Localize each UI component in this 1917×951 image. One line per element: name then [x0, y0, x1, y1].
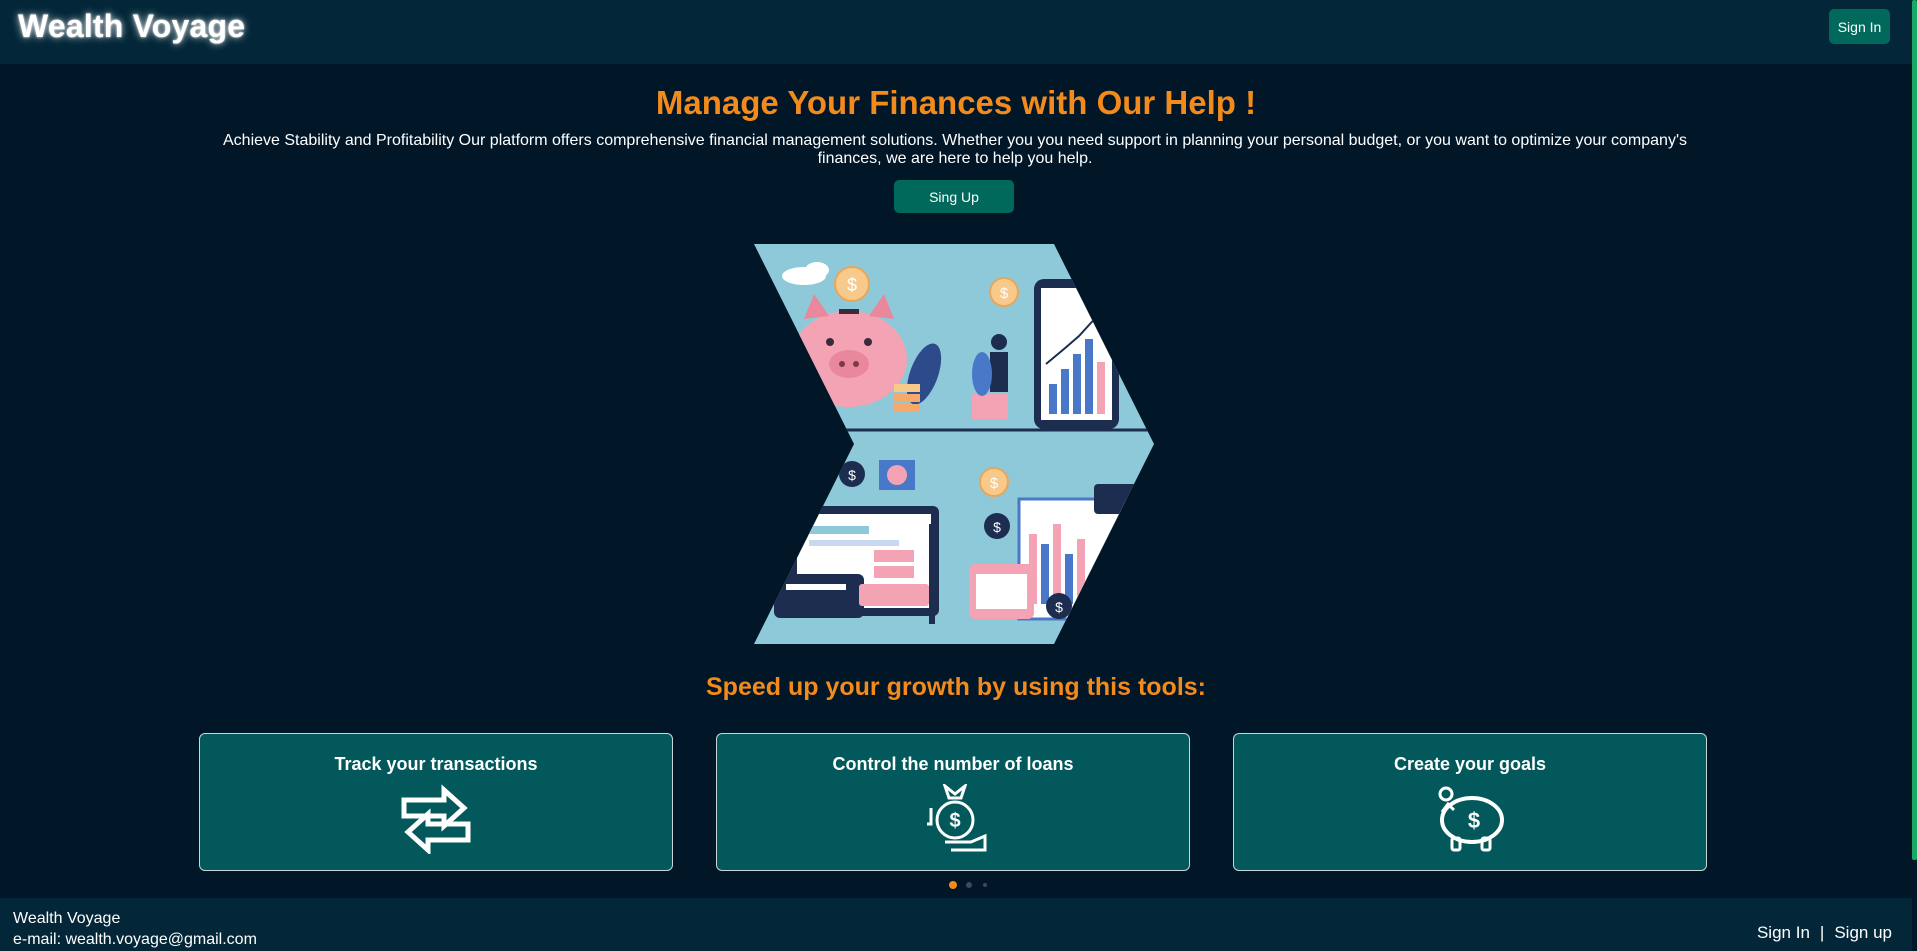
footer-sign-in-link[interactable]: Sign In [1757, 923, 1810, 942]
svg-text:$: $ [1000, 285, 1009, 302]
svg-text:$: $ [1055, 599, 1063, 615]
svg-text:$: $ [1468, 808, 1480, 833]
tool-card-loans[interactable]: Control the number of loans $ [716, 733, 1190, 871]
svg-text:$: $ [993, 519, 1001, 535]
header-sign-in-button[interactable]: Sign In [1829, 9, 1890, 44]
footer-brand: Wealth Voyage [13, 910, 121, 927]
tool-card-title: Control the number of loans [832, 754, 1074, 774]
carousel-indicators [949, 881, 989, 889]
footer: Wealth Voyage e-mail: wealth.voyage@gmai… [0, 898, 1912, 951]
tools-section-title: Speed up your growth by using this tools… [706, 673, 1206, 701]
footer-sign-up-link[interactable]: Sign up [1834, 923, 1892, 942]
svg-text:$: $ [848, 467, 856, 483]
hero-signup-button[interactable]: Sing Up [894, 180, 1014, 213]
svg-text:$: $ [949, 810, 960, 832]
footer-email: e-mail: wealth.voyage@gmail.com [13, 931, 257, 948]
svg-text:$: $ [990, 475, 999, 492]
svg-text:$: $ [847, 275, 857, 295]
hero-title: Manage Your Finances with Our Help ! [655, 84, 1257, 121]
top-navbar: Wealth Voyage Sign In [0, 0, 1912, 64]
hero-finance-illustration: $ $ $ $ $ $ [754, 244, 1154, 644]
hero-description: Achieve Stability and Profitability Our … [223, 132, 1687, 167]
footer-links: Sign In | Sign up [1757, 923, 1892, 943]
brand-logo[interactable]: Wealth Voyage [18, 8, 245, 45]
carousel-dot[interactable] [983, 883, 987, 887]
footer-separator: | [1819, 923, 1825, 942]
carousel-dot-active[interactable] [949, 881, 957, 889]
tool-card-title: Create your goals [1393, 754, 1547, 774]
transfer-arrows-icon [401, 784, 471, 854]
tool-card-title: Track your transactions [334, 754, 538, 774]
carousel-dot[interactable] [966, 882, 972, 888]
piggy-bank-icon: $ [1438, 786, 1504, 852]
money-bag-hand-icon: $ [927, 784, 987, 852]
tool-card-goals[interactable]: Create your goals $ [1233, 733, 1707, 871]
scrollbar-thumb[interactable] [1912, 0, 1917, 860]
tool-card-transactions[interactable]: Track your transactions [199, 733, 673, 871]
